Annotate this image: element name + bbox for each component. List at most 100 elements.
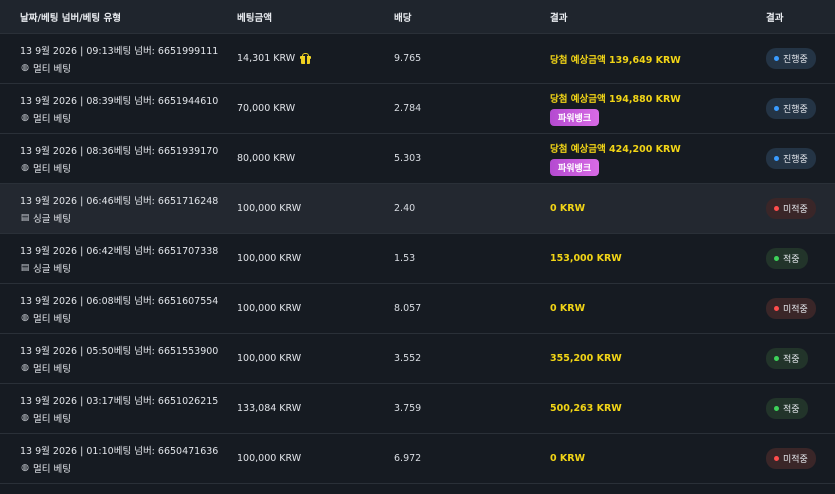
result-cell: 355,200 KRW bbox=[550, 353, 766, 364]
bet-amount: 100,000 KRW bbox=[237, 203, 302, 214]
bet-amount: 14,301 KRW bbox=[237, 53, 296, 64]
bet-date-number: 13 9월 2026 | 01:10베팅 넘버: 6650471636 bbox=[20, 445, 219, 457]
result-amount: 0 KRW bbox=[550, 453, 586, 464]
result-cell: 당첨 예상금액 194,880 KRW 파워뱅크 bbox=[550, 91, 766, 126]
status-dot-icon bbox=[774, 256, 779, 261]
status-dot-icon bbox=[774, 356, 779, 361]
bet-info-cell: 13 9월 2026 | 06:08베팅 넘버: 6651607554 ◍ 멀티… bbox=[0, 293, 237, 325]
result-amount: 당첨 예상금액 139,649 KRW bbox=[550, 54, 681, 66]
result-amount: 0 KRW bbox=[550, 203, 586, 214]
bet-date-number: 13 9월 2026 | 06:42베팅 넘버: 6651707338 bbox=[20, 245, 219, 257]
table-row[interactable]: 13 9월 2026 | 08:36베팅 넘버: 6651939170 ◍ 멀티… bbox=[0, 134, 835, 184]
bet-type: ◍ 멀티 베팅 bbox=[20, 111, 237, 125]
bet-type: ◍ 멀티 베팅 bbox=[20, 461, 237, 475]
bet-type: ◍ 멀티 베팅 bbox=[20, 361, 237, 375]
bet-amount: 100,000 KRW bbox=[237, 453, 302, 464]
status-badge: 적중 bbox=[766, 398, 808, 419]
status-badge: 미적중 bbox=[766, 198, 816, 219]
table-header: 날짜/베팅 넘버/베팅 유형 베팅금액 배당 결과 결과 bbox=[0, 0, 835, 34]
status-dot-icon bbox=[774, 456, 779, 461]
multi-bet-icon: ◍ bbox=[21, 62, 29, 73]
header-date[interactable]: 날짜/베팅 넘버/베팅 유형 bbox=[0, 10, 237, 24]
bet-info-cell: 13 9월 2026 | 08:39베팅 넘버: 6651944610 ◍ 멀티… bbox=[0, 93, 237, 125]
bet-date-number: 13 9월 2026 | 03:17베팅 넘버: 6651026215 bbox=[20, 395, 219, 407]
status-badge: 미적중 bbox=[766, 448, 816, 469]
multi-bet-icon: ◍ bbox=[21, 462, 29, 473]
bet-info-cell: 13 9월 2026 | 06:42베팅 넘버: 6651707338 ▤ 싱글… bbox=[0, 243, 237, 275]
bet-info-cell: 13 9월 2026 | 03:17베팅 넘버: 6651026215 ◍ 멀티… bbox=[0, 393, 237, 425]
bet-date-number: 13 9월 2026 | 06:46베팅 넘버: 6651716248 bbox=[20, 195, 219, 207]
odds-cell: 2.40 bbox=[394, 203, 416, 214]
bet-amount-cell: 100,000 KRW bbox=[237, 253, 394, 264]
bet-type: ◍ 멀티 베팅 bbox=[20, 161, 237, 175]
status-badge: 적중 bbox=[766, 348, 808, 369]
powerbank-badge[interactable]: 파워뱅크 bbox=[550, 109, 600, 126]
bet-type-label: 싱글 베팅 bbox=[33, 263, 71, 275]
table-row[interactable]: 13 9월 2026 | 06:42베팅 넘버: 6651707338 ▤ 싱글… bbox=[0, 234, 835, 284]
status-label: 진행중 bbox=[783, 55, 808, 65]
status-cell: 진행중 bbox=[766, 48, 835, 69]
status-label: 적중 bbox=[783, 355, 800, 365]
status-label: 적중 bbox=[783, 255, 800, 265]
gift-icon[interactable] bbox=[300, 53, 312, 64]
status-cell: 적중 bbox=[766, 248, 835, 269]
bet-info-cell: 13 9월 2026 | 09:13베팅 넘버: 6651999111 ◍ 멀티… bbox=[0, 43, 237, 75]
table-row[interactable]: 13 9월 2026 | 03:17베팅 넘버: 6651026215 ◍ 멀티… bbox=[0, 384, 835, 434]
bet-date-number: 13 9월 2026 | 09:13베팅 넘버: 6651999111 bbox=[20, 45, 219, 57]
table-row[interactable]: 13 9월 2026 | 09:13베팅 넘버: 6651999111 ◍ 멀티… bbox=[0, 34, 835, 84]
result-amount: 355,200 KRW bbox=[550, 353, 622, 364]
bet-amount-cell: 100,000 KRW bbox=[237, 353, 394, 364]
powerbank-badge[interactable]: 파워뱅크 bbox=[550, 159, 600, 176]
table-row[interactable]: 13 9월 2026 | 06:08베팅 넘버: 6651607554 ◍ 멀티… bbox=[0, 284, 835, 334]
bet-info-cell: 13 9월 2026 | 01:10베팅 넘버: 6650471636 ◍ 멀티… bbox=[0, 443, 237, 475]
result-amount: 당첨 예상금액 424,200 KRW bbox=[550, 144, 681, 155]
result-cell: 153,000 KRW bbox=[550, 253, 766, 264]
bet-type: ◍ 멀티 베팅 bbox=[20, 61, 237, 75]
bet-type-label: 멀티 베팅 bbox=[33, 113, 71, 125]
status-dot-icon bbox=[774, 206, 779, 211]
bet-amount-cell: 14,301 KRW bbox=[237, 53, 394, 64]
result-cell: 0 KRW bbox=[550, 303, 766, 314]
table-row[interactable]: 13 9월 2026 | 06:46베팅 넘버: 6651716248 ▤ 싱글… bbox=[0, 184, 835, 234]
odds-cell: 9.765 bbox=[394, 53, 422, 64]
status-badge: 적중 bbox=[766, 248, 808, 269]
odds-cell: 2.784 bbox=[394, 103, 422, 114]
status-cell: 미적중 bbox=[766, 298, 835, 319]
status-dot-icon bbox=[774, 306, 779, 311]
status-badge: 진행중 bbox=[766, 148, 816, 169]
multi-bet-icon: ◍ bbox=[21, 112, 29, 123]
bet-type: ▤ 싱글 베팅 bbox=[20, 261, 237, 275]
bet-amount: 133,084 KRW bbox=[237, 403, 302, 414]
bet-amount-cell: 100,000 KRW bbox=[237, 303, 394, 314]
bet-amount: 70,000 KRW bbox=[237, 103, 296, 114]
bet-info-cell: 13 9월 2026 | 06:46베팅 넘버: 6651716248 ▤ 싱글… bbox=[0, 193, 237, 225]
table-row[interactable]: 13 9월 2026 | 01:10베팅 넘버: 6650471636 ◍ 멀티… bbox=[0, 434, 835, 484]
result-cell: 0 KRW bbox=[550, 453, 766, 464]
header-odds[interactable]: 배당 bbox=[394, 10, 550, 24]
status-badge: 진행중 bbox=[766, 48, 816, 69]
multi-bet-icon: ◍ bbox=[21, 412, 29, 423]
bet-amount: 100,000 KRW bbox=[237, 353, 302, 364]
status-dot-icon bbox=[774, 156, 779, 161]
header-result[interactable]: 결과 bbox=[550, 10, 766, 24]
multi-bet-icon: ◍ bbox=[21, 312, 29, 323]
bet-date-number: 13 9월 2026 | 05:50베팅 넘버: 6651553900 bbox=[20, 345, 219, 357]
bet-type-label: 싱글 베팅 bbox=[33, 213, 71, 225]
status-cell: 미적중 bbox=[766, 198, 835, 219]
bet-date-number: 13 9월 2026 | 06:08베팅 넘버: 6651607554 bbox=[20, 295, 219, 307]
odds-cell: 5.303 bbox=[394, 153, 422, 164]
odds-cell: 8.057 bbox=[394, 303, 422, 314]
result-amount: 500,263 KRW bbox=[550, 403, 622, 414]
status-label: 진행중 bbox=[783, 155, 808, 165]
bet-type-label: 멀티 베팅 bbox=[33, 313, 71, 325]
odds-cell: 3.552 bbox=[394, 353, 422, 364]
status-cell: 적중 bbox=[766, 348, 835, 369]
odds-cell: 6.972 bbox=[394, 453, 422, 464]
status-badge: 미적중 bbox=[766, 298, 816, 319]
table-row[interactable]: 13 9월 2026 | 05:50베팅 넘버: 6651553900 ◍ 멀티… bbox=[0, 334, 835, 384]
header-amount[interactable]: 베팅금액 bbox=[237, 10, 394, 24]
header-status[interactable]: 결과 bbox=[766, 10, 835, 24]
bet-amount-cell: 70,000 KRW bbox=[237, 103, 394, 114]
bet-amount-cell: 100,000 KRW bbox=[237, 453, 394, 464]
table-row[interactable]: 13 9월 2026 | 08:39베팅 넘버: 6651944610 ◍ 멀티… bbox=[0, 84, 835, 134]
